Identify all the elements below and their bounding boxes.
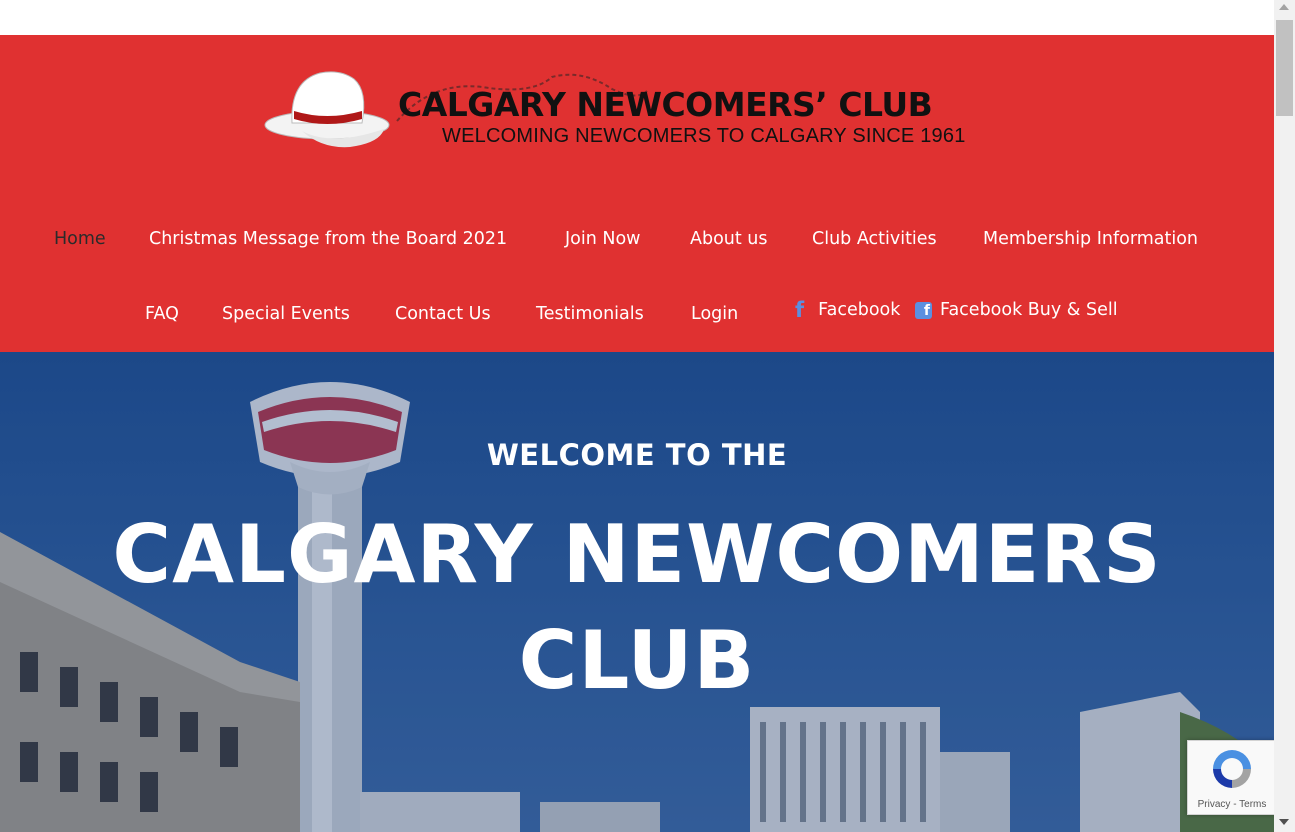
scroll-down-arrow-icon[interactable] xyxy=(1279,819,1289,825)
nav-membership-information[interactable]: Membership Information xyxy=(983,229,1198,249)
nav-about-us[interactable]: About us xyxy=(690,229,768,249)
nav-join-now[interactable]: Join Now xyxy=(565,229,641,249)
logo-subtitle: WELCOMING NEWCOMERS TO CALGARY SINCE 196… xyxy=(442,125,966,147)
nav-facebook-label: Facebook xyxy=(818,300,901,320)
site-header: CALGARY NEWCOMERS’ CLUB WELCOMING NEWCOM… xyxy=(0,35,1274,352)
nav-special-events[interactable]: Special Events xyxy=(222,304,350,324)
nav-testimonials[interactable]: Testimonials xyxy=(536,304,644,324)
hero-title-line2: CLUB xyxy=(518,614,756,707)
recaptcha-privacy-link[interactable]: Privacy xyxy=(1198,799,1231,810)
logo-title: CALGARY NEWCOMERS’ CLUB xyxy=(398,85,933,124)
recaptcha-links: Privacy - Terms xyxy=(1188,799,1276,810)
nav-club-activities[interactable]: Club Activities xyxy=(812,229,937,249)
site-logo[interactable]: CALGARY NEWCOMERS’ CLUB WELCOMING NEWCOM… xyxy=(262,63,1022,163)
hero-welcome-text: WELCOME TO THE xyxy=(486,438,788,472)
nav-facebook-buy-sell[interactable]: f Facebook Buy & Sell xyxy=(915,300,1118,320)
vertical-scrollbar[interactable] xyxy=(1274,0,1295,832)
nav-contact-us[interactable]: Contact Us xyxy=(395,304,491,324)
nav-home[interactable]: Home xyxy=(54,229,106,249)
nav-login[interactable]: Login xyxy=(691,304,738,324)
nav-christmas-message[interactable]: Christmas Message from the Board 2021 xyxy=(149,229,507,249)
scrollbar-thumb[interactable] xyxy=(1276,20,1293,116)
recaptcha-terms-link[interactable]: Terms xyxy=(1239,799,1266,810)
recaptcha-icon xyxy=(1213,750,1251,788)
scroll-up-arrow-icon[interactable] xyxy=(1279,4,1289,10)
hero-title-line1: CALGARY NEWCOMERS xyxy=(112,508,1162,601)
recaptcha-separator: - xyxy=(1230,799,1240,810)
nav-faq[interactable]: FAQ xyxy=(145,304,179,324)
hero-title: CALGARY NEWCOMERS CLUB xyxy=(0,502,1274,714)
nav-facebook[interactable]: f Facebook xyxy=(795,298,900,322)
recaptcha-badge[interactable]: Privacy - Terms xyxy=(1187,740,1275,815)
facebook-f-icon: f xyxy=(795,298,805,322)
cowboy-hat-logo xyxy=(264,71,390,148)
nav-facebook-buy-sell-label: Facebook Buy & Sell xyxy=(940,300,1118,320)
facebook-square-icon: f xyxy=(915,301,932,319)
hero-banner: WELCOME TO THE CALGARY NEWCOMERS CLUB xyxy=(0,352,1274,832)
top-white-bar xyxy=(0,0,1274,35)
